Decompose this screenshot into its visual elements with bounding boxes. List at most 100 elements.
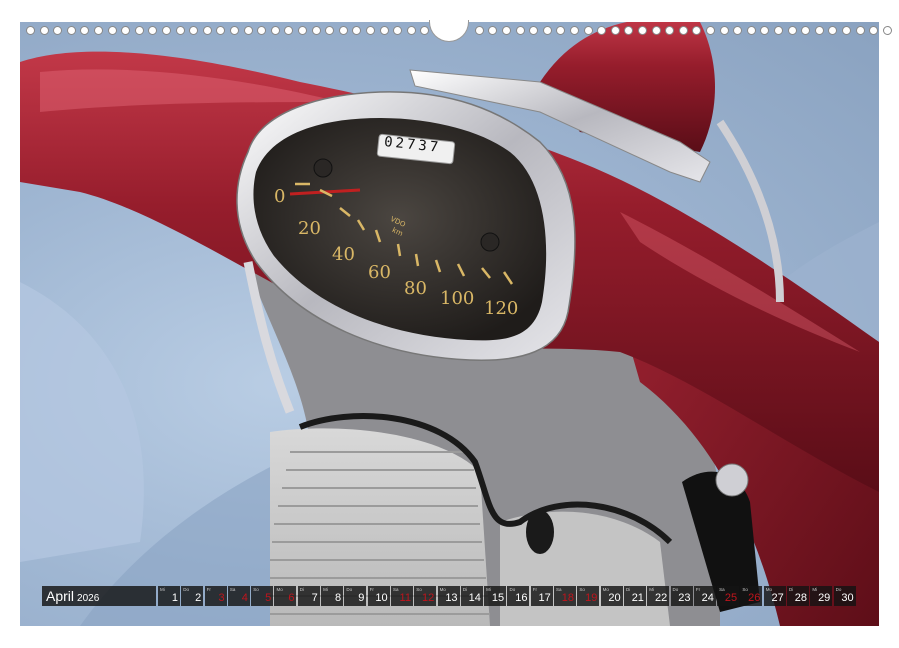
day-number: 16 bbox=[515, 592, 528, 604]
binding-ring bbox=[542, 26, 552, 35]
month-year: 2026 bbox=[77, 593, 100, 604]
day-number: 27 bbox=[771, 592, 784, 604]
binding-ring bbox=[66, 26, 76, 35]
day-weekday: Mi bbox=[160, 587, 165, 592]
binding-ring bbox=[665, 26, 675, 35]
binding-ring bbox=[515, 26, 525, 35]
day-number: 8 bbox=[334, 592, 342, 604]
day-number: 2 bbox=[195, 592, 202, 604]
day-weekday: Di bbox=[299, 587, 305, 592]
binding-ring bbox=[162, 26, 171, 35]
binding-ring bbox=[502, 26, 511, 35]
day-number: 18 bbox=[561, 592, 575, 604]
binding-ring bbox=[610, 26, 620, 35]
binding-ring bbox=[53, 26, 63, 35]
binding-ring bbox=[774, 26, 783, 35]
binding-ring bbox=[202, 26, 212, 35]
binding-ring bbox=[787, 26, 797, 35]
day-number: 4 bbox=[241, 592, 248, 604]
day-cell: Mi 29 bbox=[810, 586, 833, 606]
day-cell: Mo 6 bbox=[274, 586, 297, 606]
binding-ring bbox=[529, 26, 539, 35]
day-weekday: Sa bbox=[556, 587, 562, 592]
day-number: 23 bbox=[678, 592, 691, 604]
dial-number-120: 120 bbox=[484, 298, 519, 319]
day-cell: Fr 3 bbox=[204, 586, 227, 606]
day-cell: Fr 17 bbox=[530, 586, 553, 606]
binding-ring bbox=[284, 26, 294, 35]
day-cell: Mi 22 bbox=[647, 586, 670, 606]
day-cell: Sa 25 bbox=[717, 586, 740, 606]
day-number: 24 bbox=[701, 592, 714, 604]
dial-number-80: 80 bbox=[404, 278, 427, 299]
binding-ring bbox=[325, 26, 335, 35]
binding-ring bbox=[719, 26, 729, 35]
day-cell: Di 7 bbox=[297, 586, 320, 606]
day-number: 22 bbox=[654, 592, 668, 604]
day-number: 15 bbox=[491, 592, 505, 604]
binding-ring bbox=[39, 26, 49, 35]
dial-screw bbox=[313, 158, 333, 178]
day-weekday: Fr bbox=[532, 587, 537, 592]
day-cell: Sa 11 bbox=[390, 586, 413, 606]
photo-speedometer: 02737 VDO km 0 20 40 60 80 100 120 bbox=[20, 22, 879, 626]
day-cell: Fr 10 bbox=[367, 586, 390, 606]
binding-ring bbox=[828, 26, 838, 35]
binding-ring bbox=[597, 26, 607, 35]
day-weekday: Mi bbox=[649, 587, 654, 592]
day-cell: Mi 1 bbox=[158, 586, 180, 606]
day-weekday: Sa bbox=[229, 587, 236, 592]
binding-ring bbox=[257, 26, 267, 35]
day-cell: So 5 bbox=[251, 586, 274, 606]
binding-ring bbox=[298, 26, 307, 35]
day-weekday: So bbox=[253, 587, 259, 592]
day-number: 7 bbox=[311, 592, 318, 604]
binding-ring bbox=[814, 26, 824, 35]
day-number: 10 bbox=[375, 592, 388, 604]
day-number: 11 bbox=[399, 592, 411, 604]
day-number: 28 bbox=[794, 592, 808, 604]
day-cell: Di 21 bbox=[623, 586, 646, 606]
day-weekday: Mi bbox=[812, 587, 818, 592]
day-weekday: Fr bbox=[695, 587, 701, 592]
day-cell: Di 28 bbox=[787, 586, 810, 606]
day-cell: Mo 27 bbox=[763, 586, 786, 606]
binding-ring bbox=[175, 26, 185, 35]
binding-ring bbox=[134, 26, 144, 35]
binding-ring bbox=[638, 26, 647, 35]
day-number: 17 bbox=[538, 592, 551, 604]
day-cell: Sa 18 bbox=[554, 586, 577, 606]
day-cell: Do 23 bbox=[670, 586, 693, 606]
day-weekday: Mo bbox=[276, 587, 283, 592]
day-cell: Mo 13 bbox=[437, 586, 460, 606]
binding-ring bbox=[651, 26, 661, 35]
binding-ring bbox=[243, 26, 253, 35]
binding-ring bbox=[474, 26, 484, 35]
day-cell: So 26 bbox=[740, 586, 763, 606]
binding-ring bbox=[80, 26, 90, 35]
binding-ring bbox=[760, 26, 770, 35]
day-number: 20 bbox=[608, 592, 621, 604]
day-weekday: Do bbox=[346, 587, 353, 592]
month-name: April bbox=[46, 588, 75, 604]
binding-ring bbox=[869, 26, 879, 35]
day-number: 21 bbox=[631, 592, 644, 604]
day-cell: So 12 bbox=[414, 586, 437, 606]
binding-ring bbox=[692, 26, 702, 35]
binding-ring bbox=[148, 26, 158, 35]
binding-ring bbox=[338, 26, 348, 35]
cloth-fold bbox=[20, 282, 144, 562]
binding-ring bbox=[406, 26, 416, 35]
binding-ring bbox=[801, 26, 811, 35]
binding-ring bbox=[107, 26, 117, 35]
day-cell: Sa 4 bbox=[227, 586, 250, 606]
binding-ring bbox=[94, 26, 103, 35]
day-number: 3 bbox=[218, 592, 225, 604]
day-cell: Do 30 bbox=[833, 586, 856, 606]
day-cell: So 19 bbox=[577, 586, 600, 606]
binding-ring bbox=[352, 26, 362, 35]
calendar-strip: April 2026 Mi 1 Do 2 Fr 3 Sa 4 So 5 Mo 6 Di 7 Mi 8 Do 9 Fr 1… bbox=[42, 586, 856, 606]
day-number: 13 bbox=[445, 592, 458, 604]
day-weekday: Di bbox=[625, 587, 631, 592]
day-weekday: Sa bbox=[719, 587, 725, 592]
